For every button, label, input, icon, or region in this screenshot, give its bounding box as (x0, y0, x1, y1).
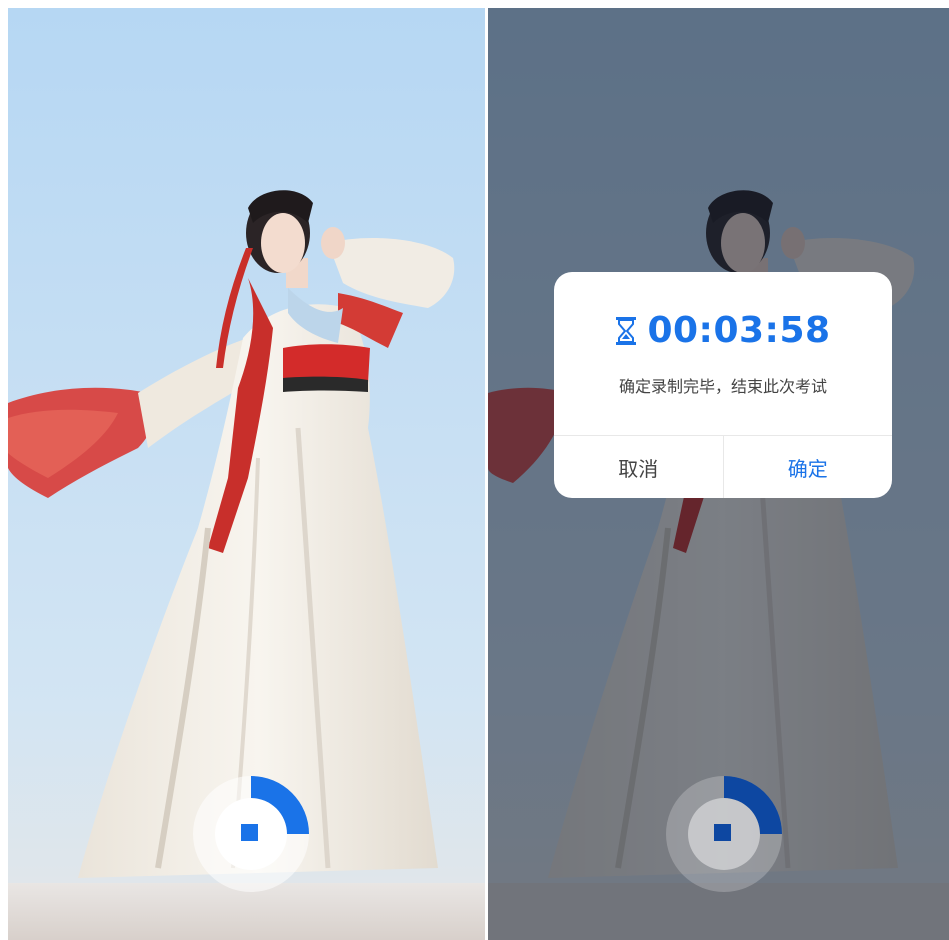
elapsed-timer: 00:03:58 (647, 310, 831, 351)
record-stop-button[interactable] (190, 773, 312, 895)
stop-icon (241, 824, 258, 841)
dialog-message: 确定录制完毕，结束此次考试 (618, 377, 827, 396)
timer-row: 00:03:58 (554, 310, 892, 351)
hourglass-icon (615, 316, 637, 346)
recording-screen (8, 8, 485, 940)
record-stop-button (663, 773, 785, 895)
cancel-button[interactable]: 取消 (554, 436, 724, 498)
dialog-actions: 取消 确定 (554, 435, 892, 498)
confirm-button[interactable]: 确定 (724, 436, 893, 498)
confirm-screen: 00:03:58 确定录制完毕，结束此次考试 取消 确定 (488, 8, 949, 940)
stop-icon (714, 824, 731, 841)
comparison-view: 00:03:58 确定录制完毕，结束此次考试 取消 确定 (0, 0, 949, 940)
end-exam-dialog: 00:03:58 确定录制完毕，结束此次考试 取消 确定 (554, 272, 892, 498)
